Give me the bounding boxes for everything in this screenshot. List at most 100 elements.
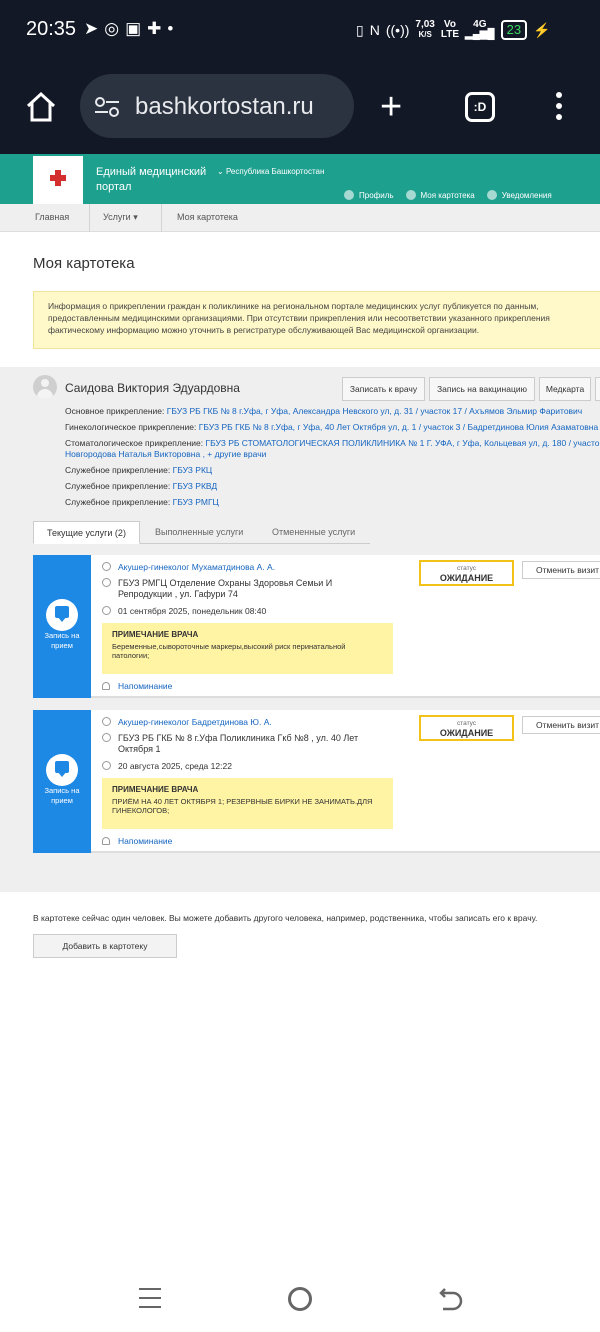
- recents-icon[interactable]: [139, 1288, 161, 1310]
- bell-icon: [486, 190, 497, 200]
- attachment-service-1-link[interactable]: ГБУЗ РКЦ: [173, 465, 213, 475]
- dot-icon: •: [167, 19, 180, 38]
- back-icon[interactable]: [439, 1286, 463, 1312]
- info-notice: Информация о прикреплении граждан к поли…: [33, 291, 600, 349]
- browser-toolbar: bashkortostan.ru + :D: [0, 60, 600, 154]
- doctor-icon: [102, 717, 111, 726]
- appointment-icon: [46, 754, 78, 786]
- cancel-visit-button[interactable]: Отменить визит: [522, 561, 600, 579]
- other-doctors-link[interactable]: , + другие врачи: [203, 449, 267, 459]
- bell-icon: [102, 682, 110, 690]
- status-badge: статус ОЖИДАНИЕ: [419, 560, 514, 586]
- doctor-note-text: ПРИЁМ НА 40 ЛЕТ ОКТЯБРЯ 1; РЕЗЕРВНЫЕ БИР…: [112, 797, 373, 815]
- more-button[interactable]: [595, 377, 600, 401]
- net-speed: 7,03 K/S: [415, 19, 435, 40]
- hotspot-icon: ((•)): [385, 22, 410, 38]
- profile-link[interactable]: Профиль: [344, 190, 394, 200]
- file-footer-text: В картотеке сейчас один человек. Вы може…: [33, 913, 538, 923]
- volte-icon: Vo LTE: [440, 19, 460, 40]
- status-bar: 20:35 ➤◎▣✚• ▯ N ((•)) 7,03 K/S Vo LTE 4G ▂▄…: [0, 0, 600, 60]
- patient-name: Саидова Виктория Эдуардовна: [65, 381, 240, 395]
- doctor-note-title: ПРИМЕЧАНИЕ ВРАЧА: [112, 785, 199, 794]
- site-settings-icon[interactable]: [93, 96, 121, 118]
- home-icon[interactable]: [24, 90, 58, 124]
- portal-logo[interactable]: [33, 156, 83, 204]
- visit-card: Запись на прием Акушер-гинеколог Бадретд…: [33, 710, 600, 853]
- breadcrumb-current: Моя картотека: [177, 212, 238, 222]
- attachment-service-1: Служебное прикрепление: ГБУЗ РКЦ: [65, 465, 213, 475]
- vaccination-button[interactable]: Запись на вакцинацию: [429, 377, 535, 401]
- portal-name[interactable]: Единый медицинский портал: [96, 165, 216, 195]
- attachment-service-2: Служебное прикрепление: ГБУЗ РКВД: [65, 481, 218, 491]
- visit-type-bar: Запись на прием: [33, 710, 91, 853]
- header-links: Профиль Моя картотека Уведомления: [344, 190, 552, 200]
- attachment-service-3-link[interactable]: ГБУЗ РМГЦ: [173, 497, 219, 507]
- notification-icons: ➤◎▣✚•: [84, 19, 179, 39]
- services-tabs: Текущие услуги (2) Выполненные услуги От…: [33, 521, 370, 544]
- my-file-link[interactable]: Моя картотека: [405, 190, 475, 200]
- attachment-dental-cont: Новгородова Наталья Викторовна , + други…: [65, 449, 266, 459]
- breadcrumb-home[interactable]: Главная: [35, 212, 69, 222]
- system-icons: ▯ N ((•)) 7,03 K/S Vo LTE 4G ▂▄▆█ 23 ⚡: [356, 16, 551, 44]
- tab-completed[interactable]: Выполненные услуги: [155, 521, 243, 544]
- status-badge: статус ОЖИДАНИЕ: [419, 715, 514, 741]
- book-doctor-button[interactable]: Записать к врачу: [342, 377, 425, 401]
- new-tab-icon[interactable]: +: [380, 88, 402, 126]
- site-header: Единый медицинский портал ⌄ Республика Б…: [0, 154, 600, 204]
- attachment-dental-link[interactable]: ГБУЗ РБ СТОМАТОЛОГИЧЕСКАЯ ПОЛИКЛИНИКА № …: [206, 438, 600, 448]
- attachment-main-link[interactable]: ГБУЗ РБ ГКБ № 8 г.Уфа, г Уфа, Александра…: [167, 406, 582, 416]
- status-time: 20:35: [26, 18, 77, 40]
- appointment-icon: [46, 599, 78, 631]
- cancel-visit-button[interactable]: Отменить визит: [522, 716, 600, 734]
- clock-icon: [102, 761, 111, 770]
- tab-cancelled[interactable]: Отмененные услуги: [272, 521, 355, 544]
- more-menu-icon[interactable]: [554, 92, 564, 124]
- doctor-note: ПРИМЕЧАНИЕ ВРАЧА ПРИЁМ НА 40 ЛЕТ ОКТЯБРЯ…: [102, 778, 393, 829]
- vibrate-icon: ▯: [356, 21, 364, 38]
- location-icon: [102, 733, 111, 742]
- visit-address: ГБУЗ РМГЦ Отделение Охраны Здоровья Семь…: [118, 578, 333, 599]
- clock-icon: [102, 606, 111, 615]
- signal-icon: 4G ▂▄▆█: [465, 19, 495, 40]
- tab-switcher-icon[interactable]: :D: [465, 92, 495, 122]
- home-button-icon[interactable]: [288, 1287, 312, 1311]
- whatsapp-icon: ◎: [104, 19, 126, 38]
- reminder-link[interactable]: Напоминание: [118, 681, 172, 691]
- notifications-link[interactable]: Уведомления: [486, 190, 552, 200]
- region-selector[interactable]: ⌄ Республика Башкортостан: [217, 167, 324, 176]
- system-nav-bar: [0, 1270, 600, 1332]
- telegram-icon: ➤: [84, 19, 105, 38]
- attachment-gyn: Гинекологическое прикрепление: ГБУЗ РБ Г…: [65, 422, 599, 432]
- doctor-note-title: ПРИМЕЧАНИЕ ВРАЧА: [112, 630, 199, 639]
- visit-type: Запись на прием: [44, 631, 80, 650]
- attachment-service-3: Служебное прикрепление: ГБУЗ РМГЦ: [65, 497, 219, 507]
- visit-doctor[interactable]: Акушер-гинеколог Мухаматдинова А. А.: [118, 562, 275, 572]
- visit-type-bar: Запись на прием: [33, 555, 91, 698]
- breadcrumb: Главная Услуги ▾ Моя картотека: [0, 204, 600, 232]
- list-icon: [405, 190, 416, 200]
- medical-record-button[interactable]: Медкарта: [539, 377, 591, 401]
- visit-datetime: 20 августа 2025, среда 12:22: [118, 761, 232, 771]
- visit-doctor[interactable]: Акушер-гинеколог Бадретдинова Ю. А.: [118, 717, 272, 727]
- attachment-service-2-link[interactable]: ГБУЗ РКВД: [173, 481, 218, 491]
- tab-current[interactable]: Текущие услуги (2): [33, 521, 140, 544]
- url-text[interactable]: bashkortostan.ru: [135, 93, 314, 121]
- doctor-note: ПРИМЕЧАНИЕ ВРАЧА Беременные,сывороточные…: [102, 623, 393, 674]
- dental-doctor-link[interactable]: Новгородова Наталья Викторовна: [65, 449, 200, 459]
- app-icon: ▣: [125, 19, 148, 38]
- attachment-main: Основное прикрепление: ГБУЗ РБ ГКБ № 8 г…: [65, 406, 583, 416]
- reminder-link[interactable]: Напоминание: [118, 836, 172, 846]
- breadcrumb-services[interactable]: Услуги ▾: [103, 212, 138, 223]
- page-title: Моя картотека: [33, 255, 135, 272]
- doctor-note-text: Беременные,сывороточные маркеры,высокий …: [112, 642, 346, 660]
- charging-icon: ⚡: [533, 21, 551, 38]
- add-to-file-button[interactable]: Добавить в картотеку: [33, 934, 177, 958]
- visit-datetime: 01 сентября 2025, понедельник 08:40: [118, 606, 267, 616]
- visit-card: Запись на прием Акушер-гинеколог Мухамат…: [33, 555, 600, 698]
- attachment-dental: Стоматологическое прикрепление: ГБУЗ РБ …: [65, 438, 600, 448]
- url-bar[interactable]: bashkortostan.ru: [80, 74, 354, 138]
- visit-address: ГБУЗ РБ ГКБ № 8 г.Уфа Поликлиника Гкб №8…: [118, 733, 359, 754]
- doctor-icon: [102, 562, 111, 571]
- attachment-gyn-link[interactable]: ГБУЗ РБ ГКБ № 8 г.Уфа, г Уфа, 40 Лет Окт…: [199, 422, 598, 432]
- user-icon: [344, 190, 354, 200]
